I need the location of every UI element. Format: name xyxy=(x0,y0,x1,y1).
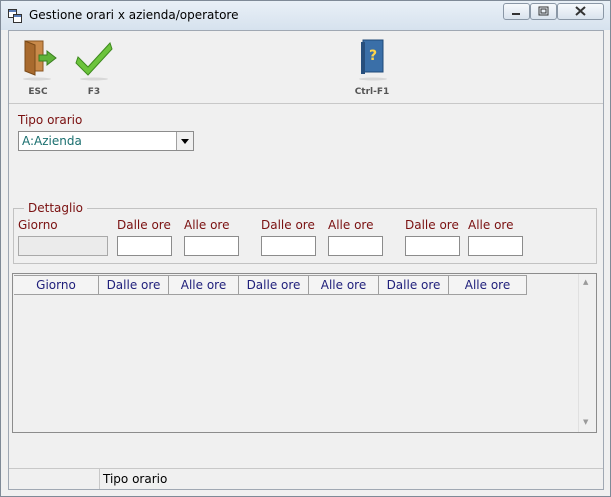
window-title: Gestione orari x azienda/operatore xyxy=(29,8,239,22)
dalle-ore-input-3[interactable] xyxy=(405,236,460,256)
grid-header-dalle-ore-2[interactable]: Dalle ore xyxy=(239,275,309,295)
tipo-orario-label: Tipo orario xyxy=(18,113,83,127)
alle-ore-label-2: Alle ore xyxy=(328,218,374,232)
status-cell-empty xyxy=(9,469,100,489)
alle-ore-label-3: Alle ore xyxy=(468,218,514,232)
grid-header-dalle-ore-1[interactable]: Dalle ore xyxy=(99,275,169,295)
alle-ore-input-2[interactable] xyxy=(328,236,383,256)
help-book-icon: ? xyxy=(359,39,387,81)
f3-button[interactable]: F3 xyxy=(71,31,117,103)
tipo-orario-select[interactable]: A:Azienda xyxy=(18,131,194,151)
ctrl-f1-button[interactable]: ? Ctrl-F1 xyxy=(347,31,397,103)
grid-header-alle-ore-3[interactable]: Alle ore xyxy=(449,275,527,295)
grid-header-dalle-ore-3[interactable]: Dalle ore xyxy=(379,275,449,295)
dalle-ore-input-1[interactable] xyxy=(117,236,172,256)
grid-header-alle-ore-2[interactable]: Alle ore xyxy=(309,275,379,295)
grid-header-giorno[interactable]: Giorno xyxy=(14,275,99,295)
chevron-down-icon xyxy=(181,139,189,144)
close-button[interactable] xyxy=(557,3,604,20)
orari-grid[interactable]: Giorno Dalle ore Alle ore Dalle ore Alle… xyxy=(12,273,597,433)
maximize-button[interactable] xyxy=(530,3,557,20)
content-frame: ESC F3 ? Ctrl-F1 Tipo orario A:Azienda D… xyxy=(8,30,604,490)
alle-ore-input-3[interactable] xyxy=(468,236,523,256)
app-icon xyxy=(8,8,22,23)
grid-header-alle-ore-1[interactable]: Alle ore xyxy=(169,275,239,295)
ctrl-f1-label: Ctrl-F1 xyxy=(354,87,390,97)
esc-label: ESC xyxy=(28,87,48,97)
exit-door-icon xyxy=(23,40,57,81)
dettaglio-legend: Dettaglio xyxy=(24,201,88,215)
status-text: Tipo orario xyxy=(103,472,168,486)
dalle-ore-label-2: Dalle ore xyxy=(261,218,315,232)
toolbar-divider xyxy=(9,103,603,104)
scroll-up-icon[interactable]: ▲ xyxy=(583,278,588,286)
grid-vertical-scrollbar[interactable]: ▲ ▼ xyxy=(578,274,596,432)
status-bar: Tipo orario xyxy=(9,468,603,490)
title-bar[interactable]: Gestione orari x azienda/operatore xyxy=(1,1,610,30)
scroll-down-icon[interactable]: ▼ xyxy=(583,418,588,426)
dalle-ore-label-1: Dalle ore xyxy=(117,218,171,232)
dalle-ore-label-3: Dalle ore xyxy=(405,218,459,232)
giorno-input xyxy=(18,236,108,256)
alle-ore-input-1[interactable] xyxy=(184,236,239,256)
tipo-orario-dropdown-button[interactable] xyxy=(176,132,193,150)
alle-ore-label-1: Alle ore xyxy=(184,218,230,232)
app-window: Gestione orari x azienda/operatore ESC F… xyxy=(0,0,611,497)
svg-text:?: ? xyxy=(369,48,377,64)
esc-button[interactable]: ESC xyxy=(15,31,61,103)
checkmark-icon xyxy=(75,42,113,81)
tipo-orario-value: A:Azienda xyxy=(22,134,82,148)
giorno-label: Giorno xyxy=(18,218,58,232)
dalle-ore-input-2[interactable] xyxy=(261,236,316,256)
f3-label: F3 xyxy=(87,87,101,97)
minimize-button[interactable] xyxy=(503,3,530,20)
